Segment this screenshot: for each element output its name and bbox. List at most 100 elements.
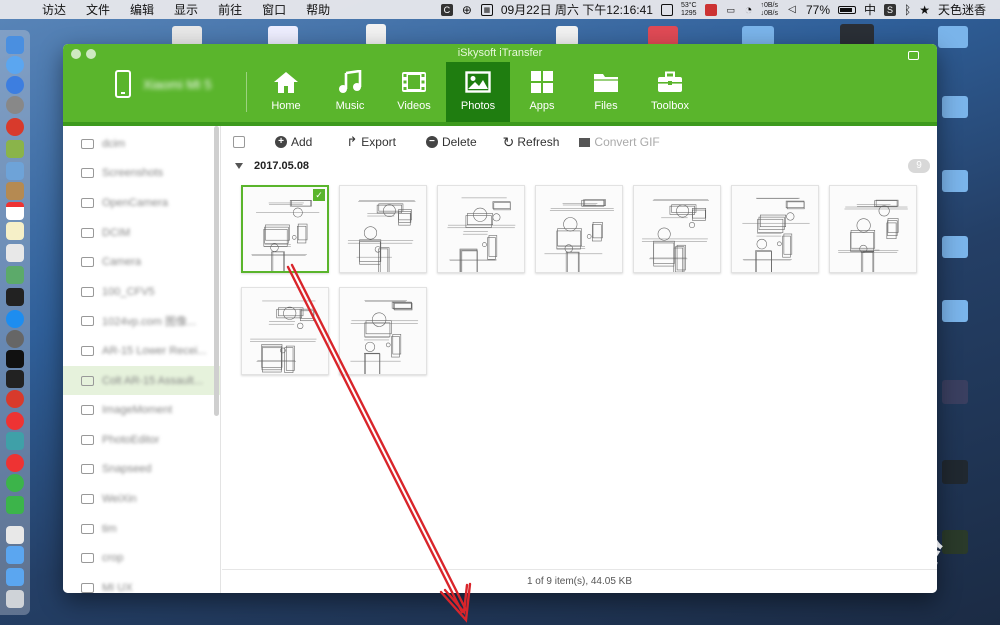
volume-icon[interactable]: ◁: [786, 4, 798, 16]
sidebar-item[interactable]: AR-15 Lower Recei...: [63, 336, 220, 366]
app-red-icon[interactable]: [6, 118, 24, 136]
desktop-folder-icon[interactable]: [742, 26, 774, 46]
feedback-icon[interactable]: [908, 51, 919, 60]
sidebar-item[interactable]: crop: [63, 543, 220, 573]
reminders-icon[interactable]: [6, 244, 24, 262]
cleaner-icon[interactable]: C: [440, 3, 453, 16]
sidebar-item[interactable]: Camera: [63, 247, 220, 277]
app-store-icon[interactable]: [6, 310, 24, 328]
console-icon[interactable]: [6, 370, 24, 388]
network-speed[interactable]: ↑0B/s ↓0B/s: [760, 2, 778, 18]
menu-file[interactable]: 文件: [86, 1, 110, 18]
transfer-app-icon[interactable]: [6, 496, 24, 514]
device-selector[interactable]: Xiaomi MI 5: [115, 70, 212, 98]
sidebar-item-active[interactable]: Colt AR-15 Assault...: [63, 365, 220, 396]
yandex-icon[interactable]: [6, 412, 24, 430]
sidebar-item[interactable]: WeiXin: [63, 484, 220, 514]
photo-thumbnail[interactable]: [437, 185, 525, 273]
refresh-button[interactable]: ↻ Refresh: [503, 134, 560, 151]
input-method[interactable]: 中: [864, 1, 876, 18]
desktop-folder-icon[interactable]: [648, 26, 678, 46]
menu-edit[interactable]: 编辑: [130, 1, 154, 18]
date-group-header[interactable]: 2017.05.08: [235, 160, 309, 172]
export-button[interactable]: ↱ Export: [346, 134, 396, 150]
desktop-photo-thumb[interactable]: [942, 380, 968, 404]
sidebar-item[interactable]: Screenshots: [63, 159, 220, 189]
desktop-file-thumb[interactable]: [172, 26, 202, 46]
desktop-folder-icon[interactable]: [942, 96, 968, 118]
window-icon[interactable]: ▭: [725, 4, 737, 16]
tab-files[interactable]: Files: [574, 62, 638, 122]
date-time[interactable]: 09月22日 周六 下午12:16:41: [501, 1, 653, 18]
desktop-photo-thumb[interactable]: [942, 530, 968, 554]
sidebar-item[interactable]: PhotoEditor: [63, 425, 220, 455]
photo-thumbnail[interactable]: [633, 185, 721, 273]
desktop-folder-icon[interactable]: [942, 300, 968, 322]
vivaldi-icon[interactable]: [6, 390, 24, 408]
sogou-icon[interactable]: S: [884, 3, 897, 16]
sidebar-item[interactable]: DCIM: [63, 218, 220, 248]
tab-apps[interactable]: Apps: [510, 62, 574, 122]
menu-view[interactable]: 显示: [174, 1, 198, 18]
desktop-photo-thumb[interactable]: [942, 460, 968, 484]
desktop-file-icon[interactable]: [366, 24, 386, 46]
delete-button[interactable]: − Delete: [425, 135, 477, 149]
convert-gif-button[interactable]: Convert GIF: [579, 135, 660, 149]
photo-thumbnail[interactable]: [829, 185, 917, 273]
temp-readout[interactable]: 53°C 1295: [681, 2, 697, 18]
app-teal-icon[interactable]: [6, 432, 24, 450]
sidebar-item[interactable]: tim: [63, 514, 220, 544]
photo-thumbnail[interactable]: ✓: [241, 185, 329, 273]
system-preferences-icon[interactable]: [6, 330, 24, 348]
wifi-icon[interactable]: ◔: [745, 2, 753, 17]
user-name[interactable]: 天色迷香: [938, 1, 986, 18]
calendar-icon[interactable]: ▦: [480, 3, 493, 16]
collapse-triangle-icon[interactable]: [235, 163, 243, 169]
sidebar-item[interactable]: 100_CFV5: [63, 277, 220, 307]
battery-icon[interactable]: [838, 5, 856, 14]
select-all-checkbox[interactable]: [233, 136, 245, 148]
sidebar-item[interactable]: 1024vp.com 图像...: [63, 307, 220, 337]
netease-music-icon[interactable]: [6, 454, 24, 472]
maps-icon[interactable]: [6, 266, 24, 284]
sidebar-scrollbar[interactable]: [214, 126, 219, 416]
desktop-photo-thumb[interactable]: [840, 24, 874, 46]
calendar-dock-icon[interactable]: [6, 202, 24, 220]
add-button[interactable]: + Add: [275, 135, 312, 149]
photo-thumbnail[interactable]: [339, 287, 427, 375]
tab-music[interactable]: Music: [318, 62, 382, 122]
desktop-file-thumb[interactable]: [268, 26, 298, 46]
launchpad-icon[interactable]: [6, 56, 24, 74]
tab-home[interactable]: Home: [254, 62, 318, 122]
menu-window[interactable]: 窗口: [262, 1, 286, 18]
document-icon[interactable]: [6, 526, 24, 544]
photo-thumbnail[interactable]: [535, 185, 623, 273]
star-icon[interactable]: ★: [919, 3, 930, 17]
sidebar-item[interactable]: ImageMoment: [63, 395, 220, 425]
android-icon[interactable]: [6, 140, 24, 158]
menu-help[interactable]: 帮助: [306, 1, 330, 18]
terminal-icon[interactable]: [6, 288, 24, 306]
menu-finder[interactable]: 访达: [42, 1, 66, 18]
notes-icon[interactable]: [6, 222, 24, 240]
photo-thumbnail[interactable]: [731, 185, 819, 273]
app-indicator-icon[interactable]: [704, 3, 717, 16]
battery-percent[interactable]: 77%: [806, 3, 830, 17]
rocket-icon[interactable]: [6, 96, 24, 114]
desktop-folder-icon[interactable]: [942, 236, 968, 258]
preview-icon[interactable]: [6, 162, 24, 180]
globe-icon[interactable]: ⊕: [461, 4, 473, 16]
tab-photos[interactable]: Photos: [446, 62, 510, 122]
wechat-icon[interactable]: [6, 474, 24, 492]
contacts-icon[interactable]: [6, 182, 24, 200]
photo-thumbnail[interactable]: [241, 287, 329, 375]
desktop-file-icon[interactable]: [556, 26, 578, 46]
trash-icon[interactable]: [6, 590, 24, 608]
finder-icon[interactable]: [6, 36, 24, 54]
sidebar-item[interactable]: Snapseed: [63, 455, 220, 485]
monitor-icon[interactable]: [660, 3, 673, 16]
menu-go[interactable]: 前往: [218, 1, 242, 18]
tab-videos[interactable]: Videos: [382, 62, 446, 122]
documents-folder-icon[interactable]: [6, 568, 24, 586]
sidebar-item[interactable]: MI UX: [63, 573, 220, 593]
